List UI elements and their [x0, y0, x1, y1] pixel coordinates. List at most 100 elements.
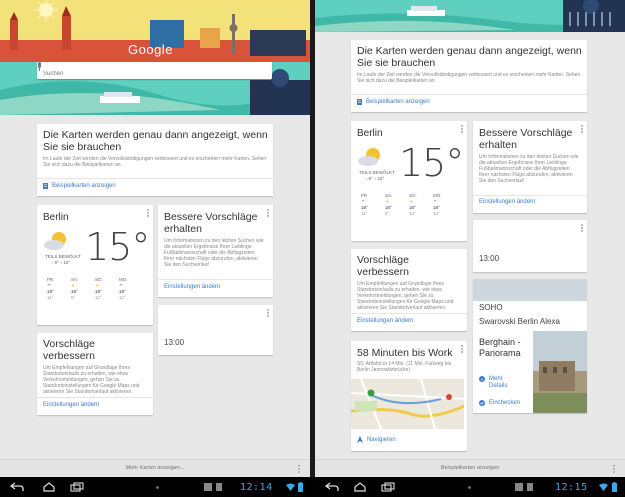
info-icon — [479, 376, 485, 382]
more-details-label: Mehr Details — [489, 376, 508, 389]
place-title: Berghain - Panorama — [479, 337, 521, 358]
header-illustration — [315, 0, 625, 32]
dot-indicator-icon — [468, 486, 471, 489]
status-clock: 12:14 — [240, 482, 273, 493]
route-map[interactable] — [351, 379, 464, 429]
bottom-bar: Beispielkarten anzeigen — [315, 459, 625, 477]
forecast-day: SA. ☀ 18° 9° — [71, 277, 79, 300]
recent-apps-icon[interactable] — [70, 482, 84, 492]
home-icon[interactable] — [42, 482, 56, 492]
storage-icon — [216, 483, 222, 491]
overflow-menu-icon[interactable] — [298, 465, 300, 473]
change-settings-link[interactable]: Einstellungen ändern — [164, 284, 220, 290]
partly-cloudy-icon — [358, 148, 380, 166]
change-settings-link[interactable]: Einstellungen ändern — [479, 199, 535, 205]
card-title: Vorschläge verbessern — [43, 338, 95, 362]
card-body: Im Laufe der Zeit werden die Vervollstän… — [357, 72, 581, 84]
check-in-icon — [479, 400, 485, 406]
home-icon[interactable] — [353, 482, 367, 492]
navigate-label: Navigieren — [367, 436, 396, 443]
check-in-link[interactable]: Einchecken — [479, 400, 520, 406]
header-illustration: Google — [0, 0, 310, 115]
dot-indicator-icon — [156, 486, 159, 489]
time-value: 13:00 — [479, 254, 500, 263]
forecast-day: MO. ☂ 18° 12° — [433, 193, 442, 216]
overflow-menu-icon[interactable] — [581, 224, 583, 232]
improve-suggestions-card: Vorschläge verbessern Um Empfehlungen au… — [37, 333, 153, 415]
weather-condition: TEILS BEWÖLKT — [45, 254, 81, 259]
weather-forecast: FR. ☂ 18° 11° SA. ☀ 18° 9° SO. ☀ 18° 12° MO. ☂ 18° 1… — [361, 193, 457, 217]
more-details-link[interactable]: Mehr Details — [479, 376, 515, 390]
commute-body: S5: Abfahrt in 14 Min. (11 Min. Fußweg b… — [357, 361, 452, 373]
sample-cards-link[interactable]: Beispielkarten anzeigen — [357, 99, 430, 105]
stacked-card-swarovski[interactable]: Swarovski Berlin Alexa — [473, 313, 587, 331]
sample-cards-label: Beispielkarten anzeigen — [52, 183, 116, 189]
weather-card[interactable]: Berlin 15° TEILS BEWÖLKT ↓ 9° ↑ 18° FR. ☂… — [37, 205, 153, 325]
time-card: 13:00 — [158, 305, 273, 355]
time-value: 13:00 — [164, 338, 185, 347]
overflow-menu-icon[interactable] — [613, 465, 615, 473]
weather-card[interactable]: Berlin 15° TEILS BEWÖLKT ↓ 9° ↑ 18° FR. ☂… — [351, 121, 467, 241]
overflow-menu-icon[interactable] — [461, 125, 463, 133]
sample-cards-label: Beispielkarten anzeigen — [366, 99, 430, 105]
sample-cards-link[interactable]: Beispielkarten anzeigen — [43, 183, 116, 189]
forecast-day: FR. ☂ 18° 11° — [361, 193, 369, 216]
image-icon — [515, 483, 523, 491]
recent-apps-icon[interactable] — [381, 482, 395, 492]
card-title: Bessere Vorschläge erhalten — [479, 127, 573, 151]
more-cards-link[interactable]: Mehr Karten anzeigen... — [0, 465, 310, 471]
change-settings-link[interactable]: Einstellungen ändern — [357, 318, 413, 324]
partly-cloudy-icon — [44, 232, 66, 250]
screen-right: Die Karten werden genau dann angezeigt, … — [315, 0, 625, 477]
wifi-icon — [599, 483, 608, 491]
commute-title: 58 Minuten bis Work — [357, 347, 453, 359]
weather-temperature: 15° — [399, 141, 464, 185]
search-bar[interactable] — [37, 62, 272, 83]
overflow-menu-icon[interactable] — [147, 209, 149, 217]
card-body: Um Informationen zu den letzten Suchen w… — [479, 154, 579, 184]
overflow-menu-icon[interactable] — [267, 209, 269, 217]
weather-condition: TEILS BEWÖLKT — [359, 170, 395, 175]
card-title: Die Karten werden genau dann angezeigt, … — [43, 129, 268, 153]
stacked-card-soho[interactable]: SOHO — [473, 279, 587, 313]
forecast-day: SO. ☀ 18° 12° — [95, 277, 103, 300]
better-suggestions-card: Bessere Vorschläge erhalten Um Informati… — [473, 121, 587, 213]
forecast-day: FR. ☂ 18° 11° — [47, 277, 55, 300]
forecast-day: MO. ☂ 18° 12° — [119, 277, 128, 300]
sample-cards-footer-link[interactable]: Beispielkarten anzeigen — [315, 465, 625, 471]
card-title: Vorschläge verbessern — [357, 254, 409, 278]
commute-card[interactable]: 58 Minuten bis Work S5: Abfahrt in 14 Mi… — [351, 341, 467, 451]
google-logo: Google — [128, 42, 173, 57]
system-nav-bar-left: 12:14 — [0, 477, 310, 497]
navigation-arrow-icon — [357, 436, 363, 443]
better-suggestions-card: Bessere Vorschläge erhalten Um Informati… — [158, 205, 273, 297]
card-body: Im Laufe der Zeit werden die Vervollstän… — [43, 156, 267, 168]
weather-range: ↓ 9° ↑ 18° — [51, 260, 71, 265]
battery-icon — [612, 482, 617, 492]
image-icon — [204, 483, 212, 491]
weather-city: Berlin — [357, 128, 383, 139]
stack-title: SOHO — [479, 303, 503, 312]
back-icon[interactable] — [325, 482, 339, 492]
check-in-label: Einchecken — [489, 400, 521, 406]
navigate-link[interactable]: Navigieren — [357, 436, 396, 443]
change-settings-link[interactable]: Einstellungen ändern — [43, 402, 99, 408]
card-body: Um Empfehlungen auf Grundlage Ihres Stan… — [43, 365, 140, 395]
card-title: Die Karten werden genau dann angezeigt, … — [357, 45, 582, 69]
overflow-menu-icon[interactable] — [461, 345, 463, 353]
document-icon — [357, 99, 362, 105]
card-title: Bessere Vorschläge erhalten — [164, 211, 258, 235]
intro-card: Die Karten werden genau dann angezeigt, … — [351, 40, 587, 112]
bottom-bar: Mehr Karten anzeigen... — [0, 459, 310, 477]
place-card[interactable]: Berghain - Panorama Mehr Details Einchec… — [473, 331, 587, 413]
document-icon — [43, 183, 48, 189]
forecast-day: SO. ☀ 18° 12° — [409, 193, 417, 216]
stack-title: Swarovski Berlin Alexa — [479, 317, 560, 326]
overflow-menu-icon[interactable] — [581, 125, 583, 133]
overflow-menu-icon[interactable] — [267, 309, 269, 317]
microphone-icon[interactable] — [37, 62, 42, 71]
search-input[interactable] — [37, 65, 247, 83]
forecast-day: SA. ☀ 18° 9° — [385, 193, 393, 216]
back-icon[interactable] — [10, 482, 24, 492]
intro-card: Die Karten werden genau dann angezeigt, … — [37, 124, 273, 196]
